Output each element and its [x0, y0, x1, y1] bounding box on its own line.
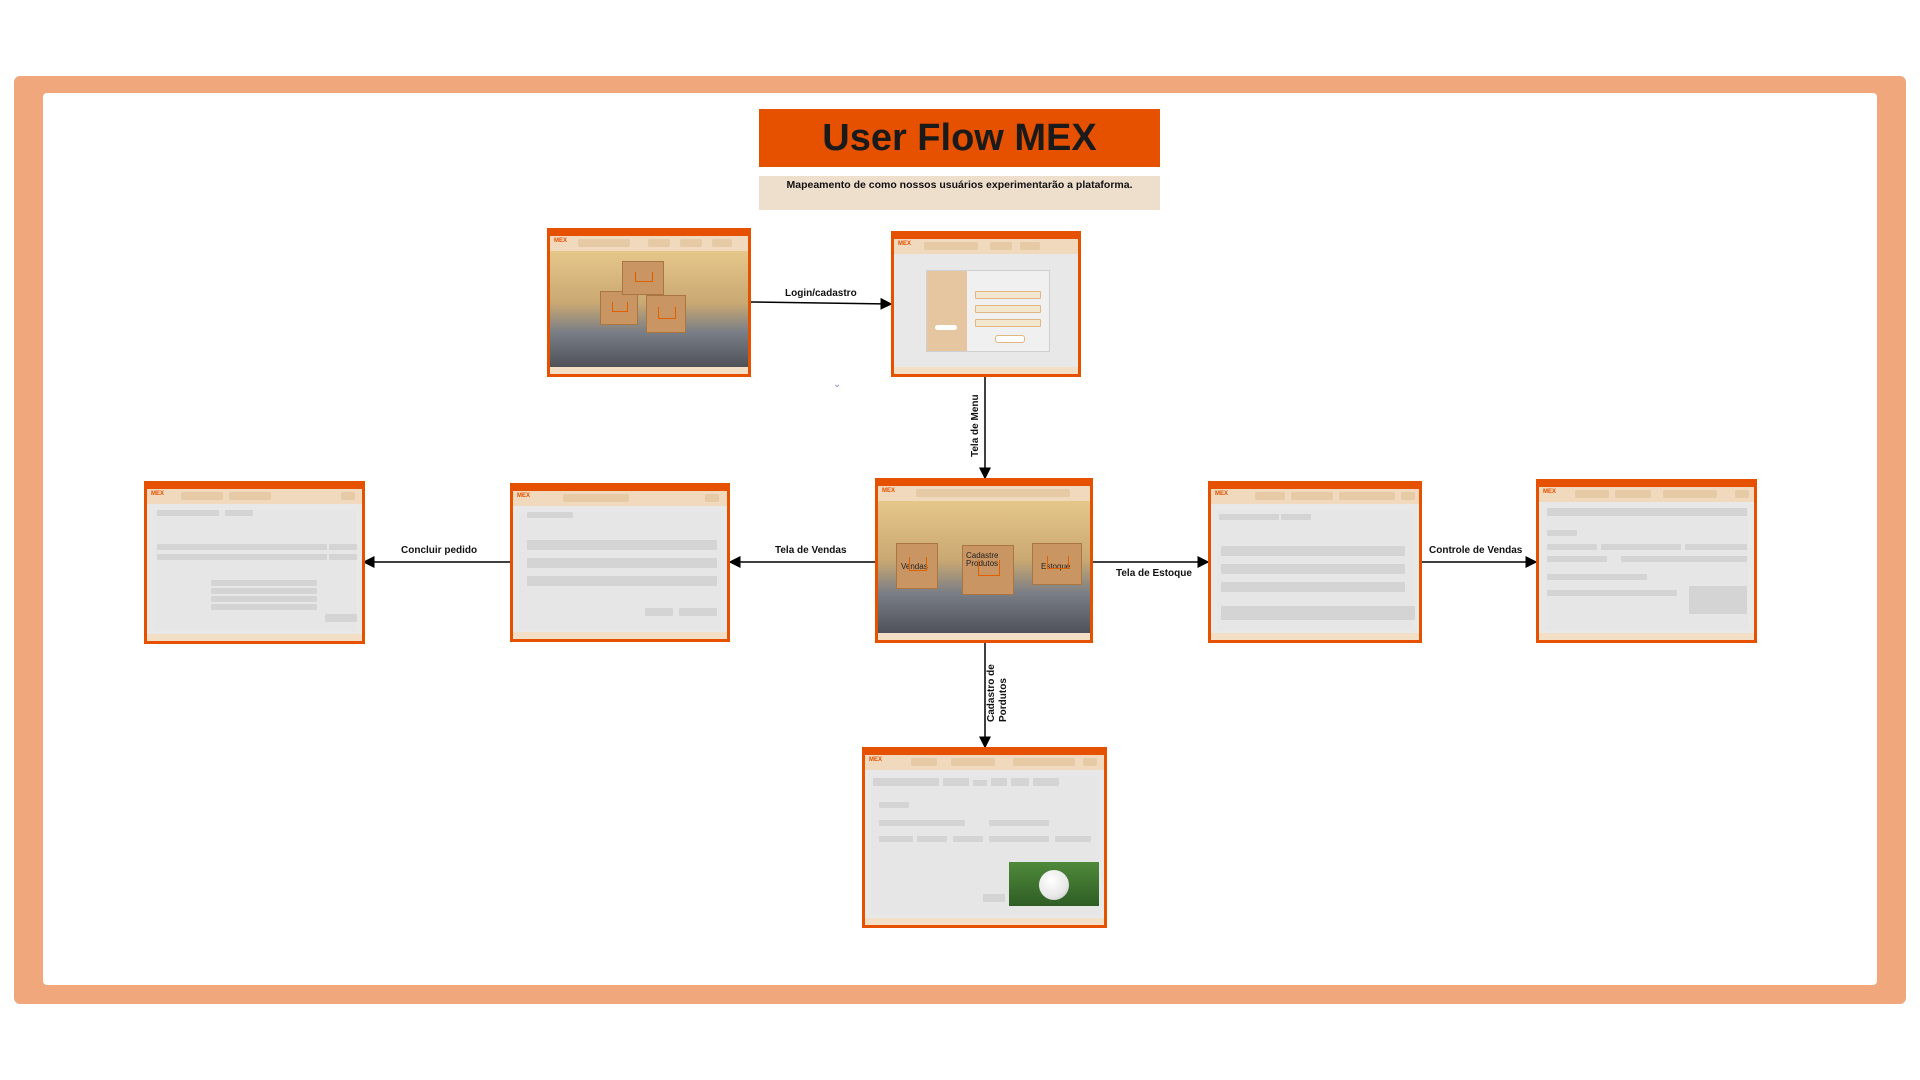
logo-icon: MEX	[882, 488, 896, 494]
screen-sales-control: MEX	[1536, 479, 1757, 643]
box-icon	[622, 261, 664, 295]
logo-icon: MEX	[517, 493, 531, 499]
logo-icon: MEX	[869, 757, 883, 763]
add-image-button[interactable]	[983, 894, 1005, 902]
screen-login: MEX	[891, 231, 1081, 377]
edge-label-sales: Tela de Vendas	[775, 545, 847, 556]
login-card	[926, 270, 1050, 352]
edge-label-checkout: Concluir pedido	[401, 545, 478, 556]
arrow-home-login	[750, 297, 893, 310]
screen-product-register: MEX	[862, 747, 1107, 928]
product-image	[1009, 862, 1099, 906]
edge-label-register: Cadastro de Pordutos	[986, 664, 1009, 722]
edge-label-stock: Tela de Estoque	[1116, 568, 1192, 579]
golf-ball-icon	[1039, 870, 1069, 900]
box-icon	[646, 295, 686, 333]
edge-label-menu: Tela de Menu	[970, 394, 981, 457]
menu-card-sales[interactable]: Vendas	[896, 543, 938, 589]
edge-label-salescontrol: Controle de Vendas	[1429, 545, 1523, 556]
screen-menu: MEX Vendas Cadastre Produtos Estoque	[875, 478, 1093, 643]
back-button[interactable]	[679, 608, 717, 616]
cart-list-button[interactable]	[1689, 586, 1747, 614]
logo-icon: MEX	[1215, 491, 1229, 497]
edge-label-login: Login/cadastro	[785, 288, 857, 299]
screen-checkout: MEX	[144, 481, 365, 644]
login-button[interactable]	[995, 335, 1025, 343]
screen-home: MEX	[547, 228, 751, 377]
logo-icon: MEX	[554, 238, 568, 244]
menu-card-register[interactable]: Cadastre Produtos	[962, 545, 1014, 595]
logo-icon: MEX	[151, 491, 165, 497]
proceed-button[interactable]	[645, 608, 673, 616]
box-icon	[600, 291, 638, 325]
menu-card-stock[interactable]: Estoque	[1032, 543, 1082, 585]
screen-sales: MEX	[510, 483, 730, 642]
screen-stock: MEX	[1208, 481, 1422, 643]
finish-button[interactable]	[325, 614, 357, 622]
logo-icon: MEX	[1543, 489, 1557, 495]
chevron-down-icon: ⌄	[833, 379, 842, 390]
logo-icon: MEX	[898, 241, 912, 247]
